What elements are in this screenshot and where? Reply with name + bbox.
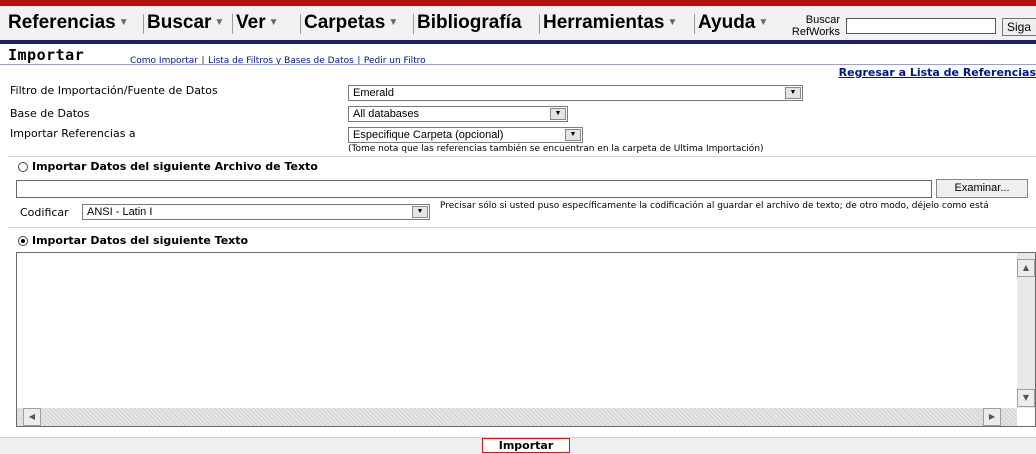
search-label: Buscar RefWorks xyxy=(790,14,840,38)
menu-ver[interactable]: Ver ▼ xyxy=(236,10,279,36)
chevron-down-icon: ▼ xyxy=(565,129,581,141)
text-section-header: Importar Datos del siguiente Texto xyxy=(18,234,248,247)
encoding-label: Codificar xyxy=(20,206,69,219)
chevron-down-icon: ▼ xyxy=(758,17,769,28)
menu-ayuda[interactable]: Ayuda ▼ xyxy=(698,10,768,36)
menu-divider xyxy=(232,14,233,34)
database-label: Base de Datos xyxy=(10,107,90,120)
file-source-radio[interactable] xyxy=(18,162,28,172)
section-divider xyxy=(8,227,1036,228)
chevron-down-icon: ▼ xyxy=(214,17,225,28)
main-menu-bar: Referencias ▼ Buscar ▼ Ver ▼ Carpetas ▼ Bibl… xyxy=(0,6,1036,44)
search-button[interactable]: Siga xyxy=(1002,18,1036,36)
menu-label: Ver xyxy=(236,12,266,34)
import-button[interactable]: Importar xyxy=(482,438,570,453)
horizontal-scrollbar[interactable] xyxy=(17,408,1017,426)
file-section-header: Importar Datos del siguiente Archivo de … xyxy=(18,160,318,173)
menu-divider xyxy=(143,14,144,34)
file-path-input[interactable] xyxy=(16,180,932,198)
folder-note: (Tome nota que las referencias también s… xyxy=(348,144,764,154)
import-text-area[interactable]: ▲ ▼ ◀ ▶ xyxy=(16,252,1036,427)
scroll-up-icon[interactable]: ▲ xyxy=(1017,259,1035,277)
menu-referencias[interactable]: Referencias ▼ xyxy=(8,10,129,36)
section-divider xyxy=(8,156,1036,157)
menu-label: Bibliografía xyxy=(417,12,522,33)
search-label-line: RefWorks xyxy=(791,26,840,38)
folder-select-value: Especifique Carpeta (opcional) xyxy=(353,129,504,141)
back-to-references-link[interactable]: Regresar a Lista de Referencias xyxy=(839,66,1036,79)
encoding-select-value: ANSI - Latin I xyxy=(87,206,153,218)
database-select-value: All databases xyxy=(353,108,420,120)
search-input[interactable] xyxy=(846,18,996,34)
menu-bibliografia[interactable]: Bibliografía xyxy=(417,10,522,36)
chevron-down-icon: ▼ xyxy=(785,87,801,99)
menu-label: Referencias xyxy=(8,12,116,34)
chevron-down-icon: ▼ xyxy=(388,17,399,28)
chevron-down-icon: ▼ xyxy=(268,17,279,28)
scroll-down-icon[interactable]: ▼ xyxy=(1017,389,1035,407)
title-divider xyxy=(0,64,1036,65)
file-section-title: Importar Datos del siguiente Archivo de … xyxy=(32,160,318,173)
menu-carpetas[interactable]: Carpetas ▼ xyxy=(304,10,398,36)
menu-label: Buscar xyxy=(147,12,212,34)
text-section-title: Importar Datos del siguiente Texto xyxy=(32,234,249,247)
menu-divider xyxy=(694,14,695,34)
chevron-down-icon: ▼ xyxy=(118,17,129,28)
scroll-right-icon[interactable]: ▶ xyxy=(983,408,1001,426)
scroll-left-icon[interactable]: ◀ xyxy=(23,408,41,426)
chevron-down-icon: ▼ xyxy=(667,17,678,28)
encoding-note: Precisar sólo si usted puso específicame… xyxy=(440,201,989,211)
menu-divider xyxy=(539,14,540,34)
menu-label: Herramientas xyxy=(543,12,665,34)
filter-label: Filtro de Importación/Fuente de Datos xyxy=(10,84,218,97)
text-source-radio[interactable] xyxy=(18,236,28,246)
menu-label: Carpetas xyxy=(304,12,386,34)
menu-herramientas[interactable]: Herramientas ▼ xyxy=(543,10,677,36)
chevron-down-icon: ▼ xyxy=(412,206,428,218)
browse-button[interactable]: Examinar... xyxy=(936,179,1028,198)
menu-buscar[interactable]: Buscar ▼ xyxy=(147,10,224,36)
database-select[interactable]: All databases ▼ xyxy=(348,106,568,122)
page-title: Importar xyxy=(8,46,85,64)
import-to-label: Importar Referencias a xyxy=(10,127,136,140)
search-label-line: Buscar xyxy=(805,14,840,26)
folder-select[interactable]: Especifique Carpeta (opcional) ▼ xyxy=(348,127,583,143)
encoding-select[interactable]: ANSI - Latin I ▼ xyxy=(82,204,430,220)
menu-label: Ayuda xyxy=(698,12,756,34)
filter-select[interactable]: Emerald ▼ xyxy=(348,85,803,101)
menu-divider xyxy=(413,14,414,34)
chevron-down-icon: ▼ xyxy=(550,108,566,120)
menu-divider xyxy=(300,14,301,34)
filter-select-value: Emerald xyxy=(353,87,394,99)
